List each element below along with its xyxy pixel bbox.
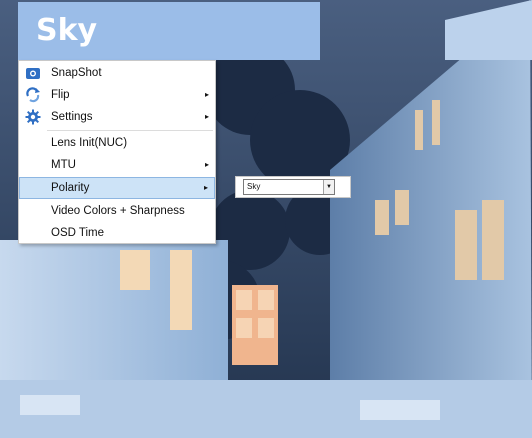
gear-icon — [25, 109, 41, 125]
menu-item-flip[interactable]: Flip ▸ — [19, 84, 215, 106]
menu-item-label: Polarity — [51, 182, 90, 194]
menu-item-lens-init[interactable]: Lens Init(NUC) — [19, 132, 215, 154]
camera-icon — [26, 68, 40, 79]
menu-item-label: OSD Time — [51, 227, 105, 239]
menu-item-label: SnapShot — [51, 67, 102, 79]
menu-item-video-colors[interactable]: Video Colors + Sharpness — [19, 200, 215, 222]
polarity-select[interactable]: Sky ▼ — [243, 179, 335, 195]
menu-item-settings[interactable]: Settings ▸ — [19, 106, 215, 128]
menu-item-label: Lens Init(NUC) — [51, 137, 128, 149]
submenu-arrow-icon: ▸ — [204, 160, 209, 169]
flip-icon — [26, 87, 40, 103]
submenu-arrow-icon: ▸ — [203, 183, 208, 192]
chevron-down-icon[interactable]: ▼ — [323, 180, 334, 194]
submenu-arrow-icon: ▸ — [204, 90, 209, 99]
menu-item-label: Settings — [51, 111, 93, 123]
menu-item-osd-time[interactable]: OSD Time — [19, 222, 215, 244]
polarity-submenu: Sky ▼ — [235, 176, 351, 198]
menu-item-label: MTU — [51, 159, 76, 171]
menu-item-snapshot[interactable]: SnapShot — [19, 62, 215, 84]
menu-separator — [47, 130, 213, 131]
submenu-arrow-icon: ▸ — [204, 112, 209, 121]
menu-item-mtu[interactable]: MTU ▸ — [19, 154, 215, 176]
menu-item-label: Flip — [51, 89, 70, 101]
menu-item-label: Video Colors + Sharpness — [51, 205, 185, 217]
polarity-banner: Sky — [18, 2, 320, 60]
context-menu: SnapShot Flip ▸ Settings ▸ Lens Init(NUC… — [18, 60, 216, 244]
building-left — [0, 240, 228, 400]
polarity-select-value: Sky — [247, 182, 261, 191]
menu-item-polarity[interactable]: Polarity ▸ — [19, 177, 215, 199]
